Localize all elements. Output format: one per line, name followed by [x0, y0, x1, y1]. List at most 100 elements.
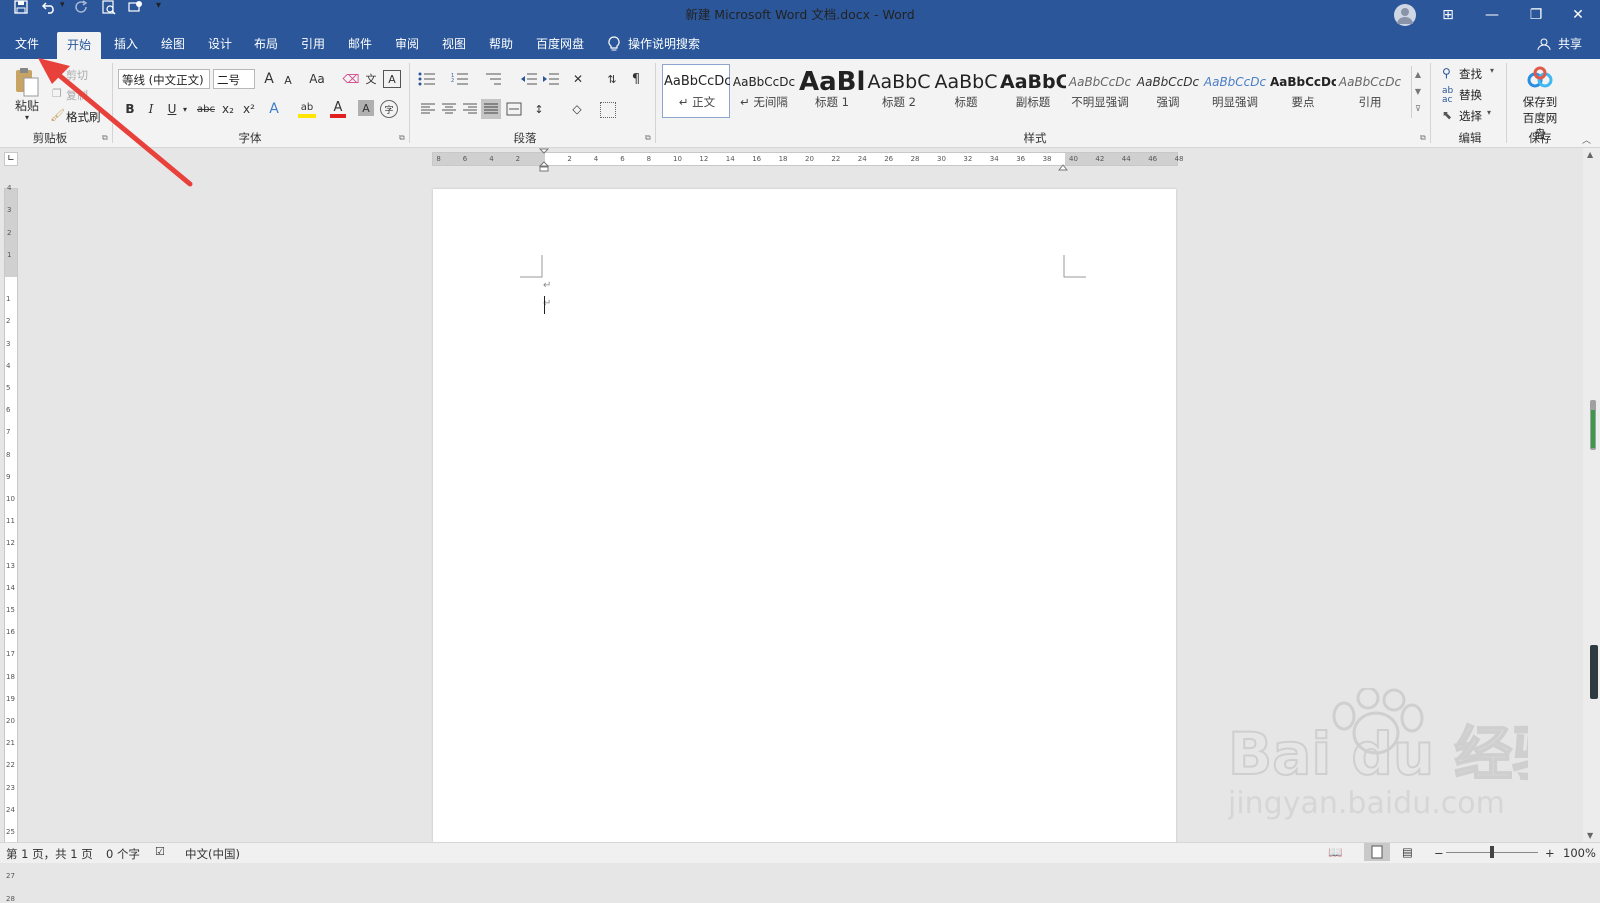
style-item[interactable]: AaBbCcDc ↵ 正文	[664, 64, 730, 116]
font-launcher-icon[interactable]: ⧉	[399, 133, 405, 143]
zoom-level[interactable]: 100%	[1563, 846, 1596, 860]
styles-more-icon[interactable]: ⊽	[1412, 100, 1424, 117]
character-shading-button[interactable]: A	[358, 100, 374, 116]
style-item[interactable]: AaBbC 副标题	[1000, 64, 1066, 116]
superscript-button[interactable]: x²	[240, 100, 258, 118]
proofing-icon[interactable]: ☑	[155, 845, 165, 858]
language-status[interactable]: 中文(中国)	[185, 846, 240, 862]
font-color-button[interactable]: A	[330, 100, 346, 118]
tab-help[interactable]: 帮助	[483, 30, 519, 59]
word-count[interactable]: 0 个字	[106, 846, 140, 862]
styles-up-icon[interactable]: ▲	[1412, 66, 1424, 83]
close-button[interactable]: ✕	[1556, 0, 1600, 30]
sort-icon[interactable]: ⇅	[603, 70, 621, 88]
phonetic-guide-icon[interactable]: 文	[362, 70, 380, 88]
zoom-slider-thumb[interactable]	[1490, 846, 1494, 858]
ruler-number: 28	[6, 894, 15, 903]
numbering-icon[interactable]: 12	[451, 72, 469, 86]
style-item[interactable]: AaBl 标题 1	[799, 64, 865, 116]
right-indent-marker[interactable]	[1057, 160, 1069, 171]
print-preview-icon[interactable]	[102, 0, 116, 18]
tab-view[interactable]: 视图	[436, 30, 472, 59]
line-spacing-icon[interactable]: ↕	[530, 100, 548, 118]
shrink-font-button[interactable]: A	[281, 72, 295, 88]
character-border-icon[interactable]: A	[383, 70, 401, 88]
shading-icon[interactable]: ◇	[568, 100, 586, 118]
vertical-scrollbar[interactable]: ▲ ▼	[1583, 148, 1600, 842]
justify-button[interactable]	[481, 99, 501, 119]
styles-scroll[interactable]: ▲ ▼ ⊽	[1411, 66, 1424, 118]
tell-me-search[interactable]: 操作说明搜索	[628, 30, 708, 59]
select-dropdown-icon[interactable]: ▾	[1487, 108, 1491, 117]
enclose-characters-icon[interactable]: 字	[380, 100, 398, 118]
indent-marker[interactable]	[538, 148, 550, 172]
zoom-out-button[interactable]: −	[1434, 846, 1444, 860]
scroll-down-icon[interactable]: ▼	[1587, 831, 1593, 840]
tab-layout[interactable]: 布局	[248, 30, 284, 59]
highlight-button[interactable]: ab	[298, 100, 316, 118]
subscript-button[interactable]: x₂	[219, 100, 237, 118]
collapse-ribbon-icon[interactable]: ︿	[1582, 133, 1591, 146]
baidu-netdisk-icon[interactable]	[1526, 66, 1554, 90]
page-count[interactable]: 第 1 页，共 1 页	[6, 846, 93, 862]
styles-launcher-icon[interactable]: ⧉	[1420, 133, 1426, 143]
clear-formatting-icon[interactable]: ⌫	[342, 70, 360, 88]
align-left-icon[interactable]	[420, 102, 436, 116]
undo-dropdown-icon[interactable]: ▾	[60, 0, 72, 10]
align-center-icon[interactable]	[441, 102, 457, 116]
increase-indent-icon[interactable]	[542, 72, 560, 86]
scroll-up-icon[interactable]: ▲	[1587, 150, 1593, 159]
customize-quick-access-icon[interactable]: ▾	[156, 0, 161, 11]
style-item[interactable]: AaBbCcDc 强调	[1135, 64, 1201, 116]
show-marks-icon[interactable]: ¶	[628, 70, 644, 88]
tab-references[interactable]: 引用	[295, 30, 331, 59]
align-right-icon[interactable]	[462, 102, 478, 116]
select-button[interactable]: 选择	[1459, 108, 1482, 124]
paragraph-launcher-icon[interactable]: ⧉	[645, 133, 651, 143]
styles-down-icon[interactable]: ▼	[1412, 83, 1424, 100]
restore-button[interactable]: ❐	[1514, 0, 1558, 30]
tab-review[interactable]: 审阅	[389, 30, 425, 59]
share-icon[interactable]	[1536, 30, 1552, 59]
group-separator	[409, 63, 410, 143]
multilevel-list-icon[interactable]	[484, 72, 502, 86]
borders-icon[interactable]	[600, 102, 616, 118]
zoom-in-button[interactable]: +	[1545, 846, 1555, 860]
lightbulb-icon	[606, 30, 622, 59]
web-layout-icon[interactable]: ▤	[1402, 845, 1413, 859]
tab-selector-icon[interactable]: ∟	[4, 152, 18, 166]
save-icon[interactable]	[14, 0, 28, 17]
style-item[interactable]: AaBbCcDc ↵ 无间隔	[731, 64, 797, 116]
share-button[interactable]: 共享	[1552, 30, 1588, 59]
bullets-icon[interactable]	[418, 72, 436, 86]
text-effects-icon[interactable]: A	[266, 100, 282, 118]
chinese-layout-icon[interactable]: ✕	[568, 70, 588, 88]
tab-mailings[interactable]: 邮件	[342, 30, 378, 59]
minimize-button[interactable]: —	[1470, 0, 1514, 30]
find-dropdown-icon[interactable]: ▾	[1490, 66, 1494, 75]
style-item[interactable]: AaBbCcDc 要点	[1270, 64, 1336, 116]
redo-icon[interactable]	[74, 0, 88, 17]
decrease-indent-icon[interactable]	[520, 72, 538, 86]
ribbon-display-options-icon[interactable]: ⊞	[1426, 0, 1470, 30]
undo-icon[interactable]	[41, 0, 58, 17]
find-button[interactable]: 查找	[1459, 66, 1482, 82]
distributed-icon[interactable]	[506, 102, 522, 116]
grow-font-button[interactable]: A	[261, 70, 277, 88]
style-item[interactable]: AaBbCcDc 明显强调	[1202, 64, 1268, 116]
style-item[interactable]: AaBbC 标题 2	[866, 64, 932, 116]
style-item[interactable]: AaBbCcDc 不明显强调	[1067, 64, 1133, 116]
read-mode-icon[interactable]: 📖	[1328, 845, 1342, 859]
print-layout-icon[interactable]	[1364, 843, 1390, 861]
change-case-button[interactable]: Aa	[305, 70, 329, 88]
style-item[interactable]: AaBbCcDc 引用	[1337, 64, 1403, 116]
touch-mode-icon[interactable]	[128, 0, 144, 17]
vertical-ruler[interactable]: 4 3 2 1 1 2 3 4 5 6 7 8 9 10 11 12 13 14 15 16 17 18 19 20 21 22 2…	[4, 184, 18, 903]
avatar[interactable]	[1394, 4, 1416, 26]
tab-design[interactable]: 设计	[202, 30, 238, 59]
style-item[interactable]: AaBbC 标题	[933, 64, 999, 116]
font-size-combo[interactable]: 二号	[213, 69, 255, 89]
tab-baidu-netdisk[interactable]: 百度网盘	[530, 30, 590, 59]
replace-button[interactable]: 替换	[1459, 87, 1482, 103]
side-handle[interactable]	[1590, 645, 1598, 699]
